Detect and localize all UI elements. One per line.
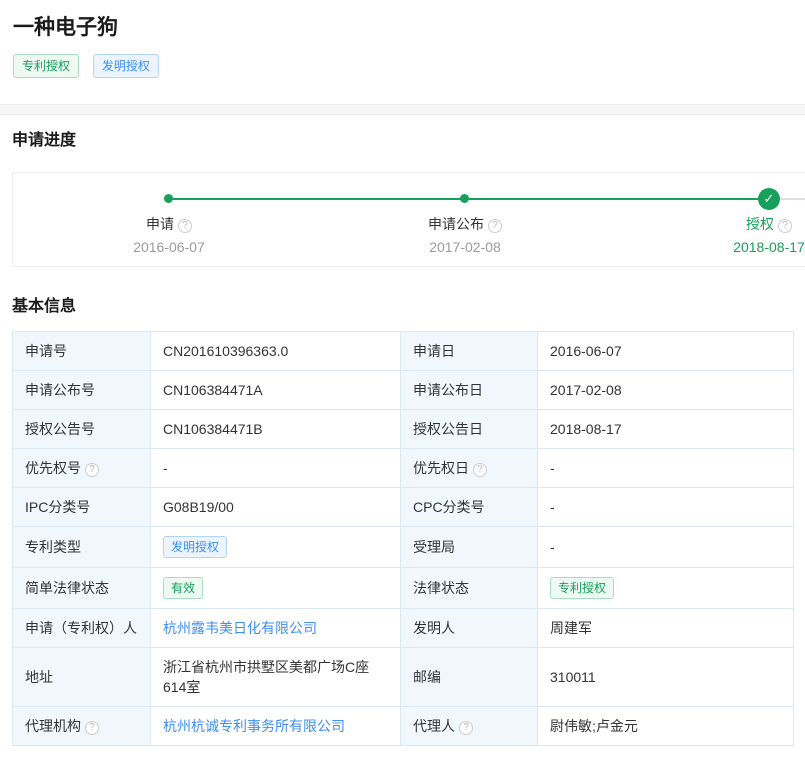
- cell-label: IPC分类号: [13, 487, 151, 526]
- section-divider: [0, 104, 805, 115]
- cell-label: 申请公布号: [13, 370, 151, 409]
- cell-value-grant-date: 2018-08-17: [538, 409, 794, 448]
- cell-label: 专利类型: [13, 526, 151, 567]
- timeline-step-publication: 申请公布? 2017-02-08: [385, 215, 545, 256]
- cell-value-ipc-class: G08B19/00: [151, 487, 401, 526]
- help-icon[interactable]: ?: [85, 463, 99, 477]
- help-icon[interactable]: ?: [778, 219, 792, 233]
- cell-label: CPC分类号: [401, 487, 538, 526]
- cell-label: 申请公布日: [401, 370, 538, 409]
- cell-label: 申请号: [13, 331, 151, 370]
- table-row: 优先权号? - 优先权日? -: [13, 448, 794, 487]
- cell-label: 代理人: [413, 718, 455, 734]
- help-icon[interactable]: ?: [473, 463, 487, 477]
- table-row: 申请公布号 CN106384471A 申请公布日 2017-02-08: [13, 370, 794, 409]
- table-row: 申请（专利权）人 杭州露韦美日化有限公司 发明人 周建军: [13, 608, 794, 647]
- cell-value-publication-number: CN106384471A: [151, 370, 401, 409]
- cell-label: 受理局: [401, 526, 538, 567]
- agency-link[interactable]: 杭州杭诚专利事务所有限公司: [163, 718, 345, 734]
- table-row: 申请号 CN201610396363.0 申请日 2016-06-07: [13, 331, 794, 370]
- timeline-step-grant: 授权? 2018-08-17: [689, 215, 805, 256]
- simple-legal-status-tag: 有效: [163, 577, 203, 599]
- cell-label: 授权公告号: [13, 409, 151, 448]
- cell-value-cpc-class: -: [538, 487, 794, 526]
- cell-value-publication-date: 2017-02-08: [538, 370, 794, 409]
- table-row: 授权公告号 CN106384471B 授权公告日 2018-08-17: [13, 409, 794, 448]
- step-label: 申请: [146, 216, 174, 232]
- cell-value-priority-number: -: [151, 448, 401, 487]
- cell-label: 简单法律状态: [13, 567, 151, 608]
- cell-label: 授权公告日: [401, 409, 538, 448]
- applicant-link[interactable]: 杭州露韦美日化有限公司: [163, 620, 317, 636]
- cell-label: 申请（专利权）人: [13, 608, 151, 647]
- status-tag-patent-granted: 专利授权: [13, 54, 79, 78]
- table-row: 地址 浙江省杭州市拱墅区美都广场C座614室 邮编 310011: [13, 647, 794, 706]
- table-row: 专利类型 发明授权 受理局 -: [13, 526, 794, 567]
- help-icon[interactable]: ?: [178, 219, 192, 233]
- patent-type-tag: 发明授权: [163, 536, 227, 558]
- timeline-check-icon: ✓: [758, 188, 780, 210]
- cell-label: 地址: [13, 647, 151, 706]
- cell-label: 法律状态: [401, 567, 538, 608]
- step-date: 2016-06-07: [89, 238, 249, 256]
- cell-value-agents: 尉伟敏;卢金元: [538, 706, 794, 745]
- step-label: 授权: [746, 216, 774, 232]
- page-header: 一种电子狗 专利授权 发明授权: [0, 0, 805, 78]
- timeline-dot-publication: [460, 194, 469, 203]
- help-icon[interactable]: ?: [459, 721, 473, 735]
- table-row: IPC分类号 G08B19/00 CPC分类号 -: [13, 487, 794, 526]
- timeline-step-application: 申请? 2016-06-07: [89, 215, 249, 256]
- cell-value-application-date: 2016-06-07: [538, 331, 794, 370]
- basic-info-section-heading: 基本信息: [12, 297, 805, 316]
- cell-value-inventor: 周建军: [538, 608, 794, 647]
- legal-status-tag: 专利授权: [550, 577, 614, 599]
- cell-label: 优先权号: [25, 460, 81, 476]
- status-tag-invention-granted: 发明授权: [93, 54, 159, 78]
- progress-section-heading: 申请进度: [12, 131, 805, 150]
- basic-info-table: 申请号 CN201610396363.0 申请日 2016-06-07 申请公布…: [12, 331, 794, 746]
- cell-value-receiving-office: -: [538, 526, 794, 567]
- cell-label: 代理机构: [25, 718, 81, 734]
- cell-value-address: 浙江省杭州市拱墅区美都广场C座614室: [151, 647, 401, 706]
- step-label: 申请公布: [428, 216, 484, 232]
- page-title: 一种电子狗: [13, 16, 792, 40]
- step-date: 2018-08-17: [689, 238, 805, 256]
- cell-label: 申请日: [401, 331, 538, 370]
- cell-value-grant-number: CN106384471B: [151, 409, 401, 448]
- cell-label: 优先权日: [413, 460, 469, 476]
- cell-value-postcode: 310011: [538, 647, 794, 706]
- table-row: 简单法律状态 有效 法律状态 专利授权: [13, 567, 794, 608]
- timeline-track-completed: [169, 198, 769, 200]
- cell-value-priority-date: -: [538, 448, 794, 487]
- cell-value-application-number: CN201610396363.0: [151, 331, 401, 370]
- timeline-dot-application: [164, 194, 173, 203]
- title-tags-row: 专利授权 发明授权: [13, 54, 792, 78]
- help-icon[interactable]: ?: [488, 219, 502, 233]
- step-date: 2017-02-08: [385, 238, 545, 256]
- table-row: 代理机构? 杭州杭诚专利事务所有限公司 代理人? 尉伟敏;卢金元: [13, 706, 794, 745]
- cell-label: 发明人: [401, 608, 538, 647]
- help-icon[interactable]: ?: [85, 721, 99, 735]
- application-progress-timeline: ✓ 申请? 2016-06-07 申请公布? 2017-02-08 授权? 20…: [12, 172, 805, 267]
- cell-label: 邮编: [401, 647, 538, 706]
